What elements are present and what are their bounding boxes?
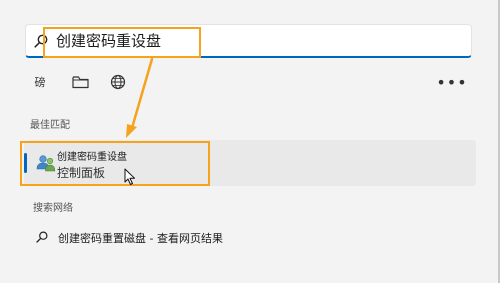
best-match-heading: 最佳匹配 <box>30 120 70 131</box>
folder-icon <box>71 76 89 89</box>
filter-documents[interactable] <box>69 70 91 94</box>
cursor-icon <box>124 168 135 185</box>
globe-icon <box>110 74 126 90</box>
web-search-result[interactable]: 创建密码重置磁盘 - 查看网页结果 <box>24 226 476 250</box>
search-icon <box>36 231 48 243</box>
web-search-heading: 搜索网络 <box>33 203 73 214</box>
filter-apps-label: 磅 <box>34 76 46 89</box>
filter-web[interactable] <box>107 70 129 94</box>
search-highlight-box <box>43 27 201 58</box>
result-highlight-box <box>20 141 210 186</box>
filter-row: 磅 ••• <box>24 70 474 96</box>
filter-apps[interactable]: 磅 <box>30 70 50 94</box>
more-icon[interactable]: ••• <box>436 70 466 94</box>
web-result-text: 创建密码重置磁盘 - 查看网页结果 <box>58 232 223 245</box>
